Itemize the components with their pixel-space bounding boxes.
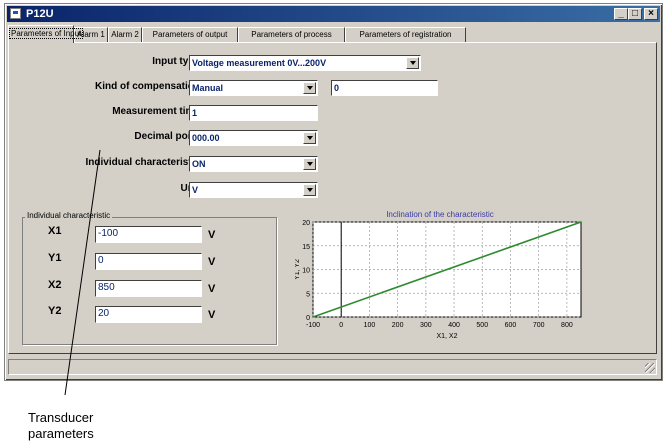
status-bar bbox=[8, 359, 657, 375]
x-tick-label: 300 bbox=[420, 322, 432, 329]
x-tick-label: 500 bbox=[476, 322, 488, 329]
annotation-line-2: parameters bbox=[28, 426, 94, 441]
y-tick-label: 10 bbox=[302, 268, 310, 275]
individual-characteristic-select[interactable]: ON bbox=[189, 156, 318, 172]
x1-input[interactable]: -100 bbox=[95, 226, 202, 243]
input-type-select[interactable]: Voltage measurement 0V...200V bbox=[189, 55, 421, 71]
x-axis-label: X1, X2 bbox=[436, 333, 457, 340]
y2-label: Y2 bbox=[48, 305, 62, 317]
group-title: Individual characteristic bbox=[25, 211, 113, 220]
chevron-down-icon[interactable] bbox=[303, 82, 316, 94]
y1-label: Y1 bbox=[48, 252, 62, 264]
x-tick-label: 600 bbox=[505, 322, 517, 329]
x1-label: X1 bbox=[48, 225, 62, 237]
close-button[interactable]: × bbox=[644, 8, 658, 20]
tab-parameters-of-output[interactable]: Parameters of output bbox=[142, 27, 238, 42]
tab-alarm-2[interactable]: Alarm 2 bbox=[108, 27, 142, 42]
y1-input[interactable]: 0 bbox=[95, 253, 202, 270]
resize-grip-icon[interactable] bbox=[645, 363, 655, 373]
app-icon[interactable] bbox=[10, 8, 21, 19]
compensation-value-input[interactable]: 0 bbox=[331, 80, 438, 96]
decimal-point-value: 000.00 bbox=[192, 133, 220, 143]
y2-input[interactable]: 20 bbox=[95, 306, 202, 323]
unit-value: V bbox=[192, 185, 199, 195]
y-axis-label: Y1, Y2 bbox=[295, 259, 301, 280]
individual-characteristic-value: ON bbox=[192, 159, 206, 169]
tab-parameters-of-process[interactable]: Parameters of process bbox=[238, 27, 345, 42]
x-tick-label: 400 bbox=[448, 322, 460, 329]
y-tick-label: 15 bbox=[302, 244, 310, 251]
tab-parameters-of-input[interactable]: Parameters of Input bbox=[8, 25, 84, 43]
annotation-line-1: Transducer bbox=[28, 410, 94, 425]
decimal-point-select[interactable]: 000.00 bbox=[189, 130, 318, 146]
x1-unit: V bbox=[208, 229, 216, 241]
chevron-down-icon[interactable] bbox=[303, 158, 316, 170]
inclination-chart: -100 0 100 200 300 400 500 600 700 80005101520X1,… bbox=[295, 220, 582, 340]
y-tick-label: 5 bbox=[306, 291, 310, 298]
x-tick-label: 0 bbox=[339, 322, 343, 329]
chevron-down-icon[interactable] bbox=[303, 132, 316, 144]
kind-of-compensation-label: Kind of compensation bbox=[95, 81, 200, 92]
y2-unit: V bbox=[208, 309, 216, 321]
kind-of-compensation-select[interactable]: Manual bbox=[189, 80, 318, 96]
kind-of-compensation-value: Manual bbox=[192, 83, 224, 93]
tab-label: Parameters of Input bbox=[9, 28, 84, 39]
y1-unit: V bbox=[208, 256, 216, 268]
x-tick-label: 800 bbox=[561, 322, 573, 329]
title-bar[interactable]: P12U _ □ × bbox=[7, 6, 660, 22]
measurement-time-input[interactable]: 1 bbox=[189, 105, 318, 121]
x-tick-label: 700 bbox=[533, 322, 545, 329]
chevron-down-icon[interactable] bbox=[406, 57, 419, 69]
tab-parameters-of-registration[interactable]: Parameters of registration bbox=[345, 27, 466, 42]
x-tick-label: -100 bbox=[306, 322, 320, 329]
transducer-parameters-annotation: Transducer parameters bbox=[28, 410, 94, 442]
y-tick-label: 20 bbox=[302, 220, 310, 227]
x2-label: X2 bbox=[48, 279, 62, 291]
maximize-button[interactable]: □ bbox=[628, 8, 642, 20]
input-type-value: Voltage measurement 0V...200V bbox=[192, 58, 327, 68]
x-tick-label: 100 bbox=[364, 322, 376, 329]
y-tick-label: 0 bbox=[306, 315, 310, 322]
individual-characteristic-label: Individual characteristic bbox=[85, 157, 201, 168]
chevron-down-icon[interactable] bbox=[303, 184, 316, 196]
x2-unit: V bbox=[208, 283, 216, 295]
window-title: P12U bbox=[26, 8, 54, 20]
minimize-button[interactable]: _ bbox=[614, 8, 628, 20]
x2-input[interactable]: 850 bbox=[95, 280, 202, 297]
x-tick-label: 200 bbox=[392, 322, 404, 329]
measurement-time-label: Measurement time bbox=[112, 106, 200, 117]
unit-select[interactable]: V bbox=[189, 182, 318, 198]
